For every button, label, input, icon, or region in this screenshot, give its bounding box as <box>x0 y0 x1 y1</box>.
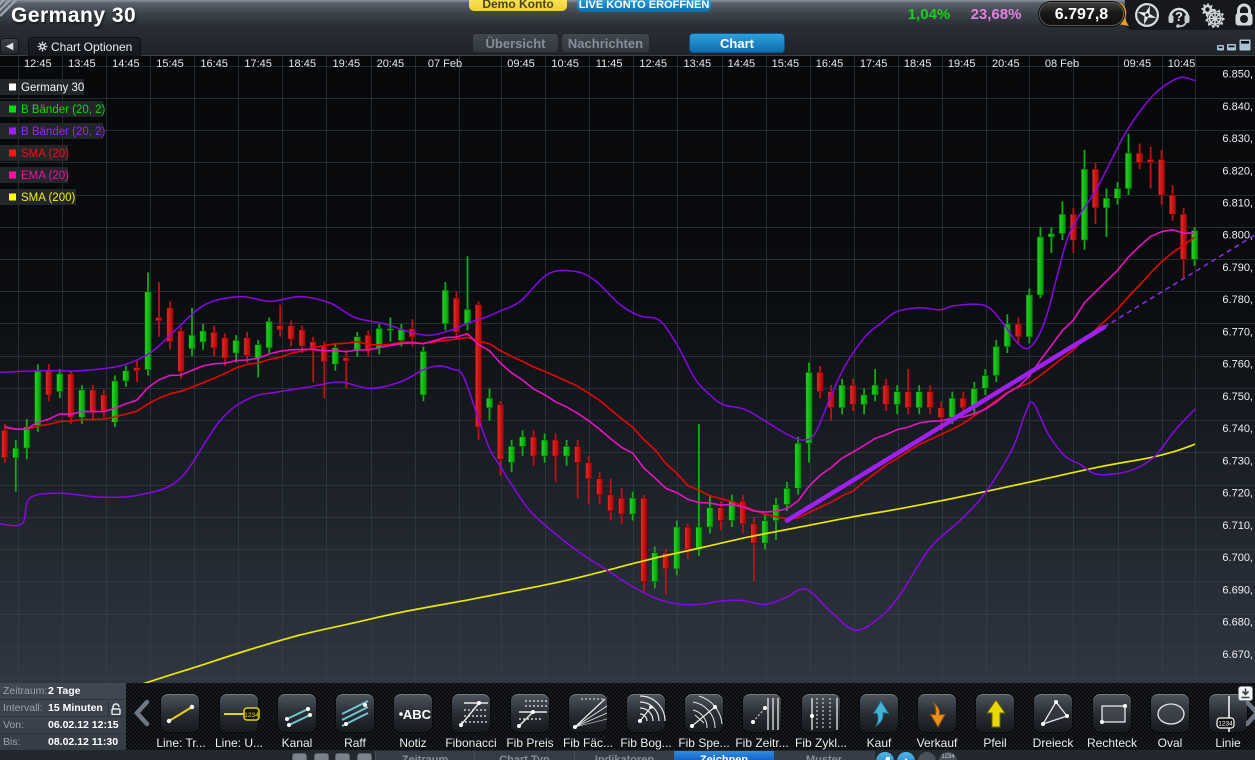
svg-text:6.690,: 6.690, <box>1222 584 1253 596</box>
svg-text:08 Feb: 08 Feb <box>1045 58 1079 70</box>
svg-text:14:45: 14:45 <box>728 58 756 70</box>
svg-text:16:45: 16:45 <box>200 58 228 70</box>
svg-text:18:45: 18:45 <box>904 58 932 70</box>
svg-text:20:45: 20:45 <box>377 58 405 70</box>
svg-text:19:45: 19:45 <box>948 58 976 70</box>
svg-text:1234: 1234 <box>1218 721 1233 728</box>
svg-text:6.780,: 6.780, <box>1222 294 1253 306</box>
svg-text:6.710,: 6.710, <box>1222 520 1253 532</box>
svg-text:15:45: 15:45 <box>156 58 184 70</box>
svg-text:6.700,: 6.700, <box>1222 552 1253 564</box>
svg-text:15:45: 15:45 <box>772 58 800 70</box>
svg-text:10:45: 10:45 <box>551 58 579 70</box>
svg-text:07 Feb: 07 Feb <box>428 58 462 70</box>
svg-text:19:45: 19:45 <box>333 58 361 70</box>
svg-text:14:45: 14:45 <box>112 58 140 70</box>
svg-text:6.670,: 6.670, <box>1222 649 1253 661</box>
svg-text:11:45: 11:45 <box>596 58 623 70</box>
svg-text:6.800,: 6.800, <box>1222 230 1253 242</box>
svg-text:Germany 30: Germany 30 <box>21 82 84 94</box>
svg-text:13:45: 13:45 <box>68 58 96 70</box>
svg-text:12:45: 12:45 <box>24 58 52 70</box>
svg-text:6.810,: 6.810, <box>1222 198 1253 210</box>
svg-text:6.790,: 6.790, <box>1222 262 1253 274</box>
svg-text:6.840,: 6.840, <box>1222 101 1253 113</box>
svg-text:12:45: 12:45 <box>639 58 667 70</box>
svg-text:1234: 1234 <box>244 712 259 719</box>
svg-text:6.760,: 6.760, <box>1222 359 1253 371</box>
svg-text:6.680,: 6.680, <box>1222 617 1253 629</box>
svg-text:09:45: 09:45 <box>1124 58 1152 70</box>
svg-text:09:45: 09:45 <box>507 58 535 70</box>
svg-text:6.720,: 6.720, <box>1222 488 1253 500</box>
svg-text:ABC: ABC <box>403 707 432 722</box>
svg-text:B Bänder (20, 2): B Bänder (20, 2) <box>21 104 106 116</box>
svg-text:6.730,: 6.730, <box>1222 455 1253 467</box>
svg-text:6.820,: 6.820, <box>1222 165 1253 177</box>
svg-text:?: ? <box>1175 9 1183 24</box>
svg-text:EMA (20): EMA (20) <box>21 170 69 182</box>
svg-text:16:45: 16:45 <box>816 58 844 70</box>
svg-text:6.740,: 6.740, <box>1222 423 1253 435</box>
svg-text:6.830,: 6.830, <box>1222 133 1253 145</box>
svg-text:20:45: 20:45 <box>992 58 1020 70</box>
svg-text:17:45: 17:45 <box>860 58 888 70</box>
svg-text:6.770,: 6.770, <box>1222 327 1253 339</box>
svg-text:SMA (20): SMA (20) <box>21 148 69 160</box>
svg-text:6.850,: 6.850, <box>1222 69 1253 81</box>
svg-text:6.750,: 6.750, <box>1222 391 1253 403</box>
svg-text:17:45: 17:45 <box>244 58 272 70</box>
svg-text:10:45: 10:45 <box>1168 58 1196 70</box>
svg-text:13:45: 13:45 <box>684 58 712 70</box>
svg-text:B Bänder (20, 2): B Bänder (20, 2) <box>21 126 106 138</box>
svg-text:18:45: 18:45 <box>288 58 316 70</box>
svg-text:SMA (200): SMA (200) <box>21 192 75 204</box>
